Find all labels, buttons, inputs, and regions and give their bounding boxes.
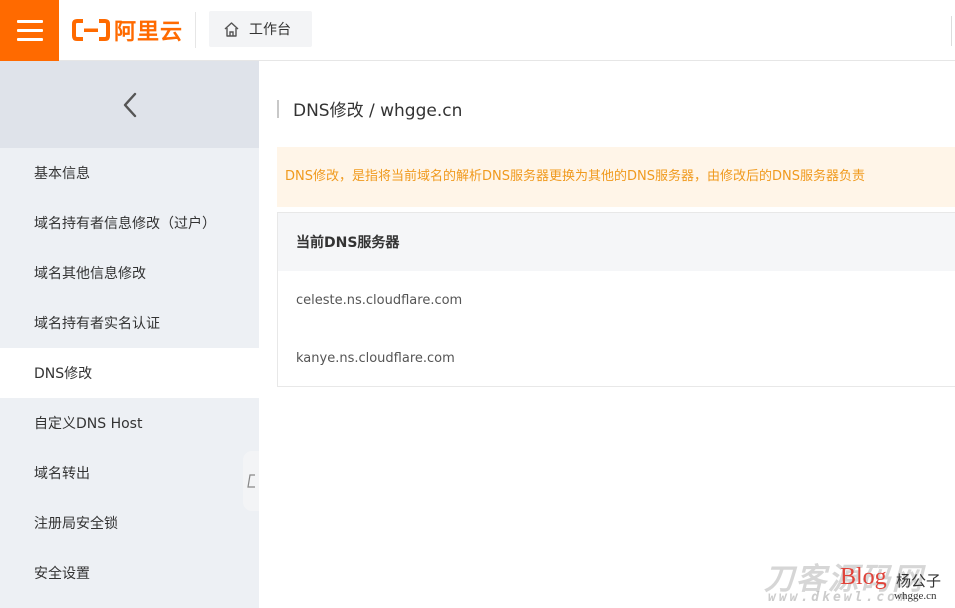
sidebar-item-label: 自定义DNS Host [34,416,143,432]
hamburger-line [16,20,43,23]
title-accent-bar [277,99,279,118]
watermark-author: 杨公子 [896,572,942,590]
sidebar-item-custom-dns-host[interactable]: 自定义DNS Host [0,398,259,448]
table-row: celeste.ns.cloudflare.com [278,271,955,329]
sidebar-item-label: 注册局安全锁 [34,516,118,532]
hamburger-menu-button[interactable] [0,0,59,61]
sidebar-item-label: 域名转出 [34,466,90,482]
home-icon [224,21,239,37]
top-bar: 阿里云 工作台 [0,0,955,61]
sidebar-item-label: DNS修改 [34,366,93,382]
chevron-left-icon [123,92,136,117]
sidebar-item-real-name[interactable]: 域名持有者实名认证 [0,298,259,348]
watermark: 刀客源码网 www.dkewl.com Blog 杨公子 whgge.cn [760,554,955,608]
sidebar-item-registry-lock[interactable]: 注册局安全锁 [0,498,259,548]
aliyun-logo-icon [72,19,110,41]
divider [195,12,196,48]
sidebar-item-label: 域名持有者实名认证 [34,316,160,332]
sidebar-item-label: 域名其他信息修改 [34,266,146,282]
watermark-site: whgge.cn [894,590,937,602]
page-title: DNS修改 / whgge.cn [293,101,463,121]
table-row: kanye.ns.cloudflare.com [278,329,955,387]
aliyun-logo[interactable]: 阿里云 [72,14,183,46]
sidebar-item-owner-change[interactable]: 域名持有者信息修改（过户） [0,198,259,248]
sidebar-item-label: 安全设置 [34,566,90,582]
table-header: 当前DNS服务器 [278,213,955,271]
sidebar-item-label: 域名持有者信息修改（过户） [34,216,216,232]
hamburger-line [16,29,43,32]
watermark-blog: Blog [840,564,887,590]
dns-server-table: 当前DNS服务器 celeste.ns.cloudflare.com kanye… [277,212,955,387]
sidebar-item-transfer-out[interactable]: 域名转出 [0,448,259,498]
sidebar-back-button[interactable] [0,61,259,148]
sidebar-item-label: 基本信息 [34,166,90,182]
hamburger-line [16,38,43,41]
sidebar-item-other-info[interactable]: 域名其他信息修改 [0,248,259,298]
dns-server-value: celeste.ns.cloudflare.com [296,292,463,308]
workbench-label: 工作台 [249,22,291,38]
dns-server-value: kanye.ns.cloudflare.com [296,350,455,366]
watermark-url: www.dkewl.com [768,590,909,605]
workbench-button[interactable]: 工作台 [209,11,312,47]
topbar-edge [951,16,955,46]
brand-name: 阿里云 [114,20,184,45]
sidebar-item-dns-modify[interactable]: DNS修改 [0,348,259,398]
sidebar-item-basic-info[interactable]: 基本信息 [0,148,259,198]
main-content: DNS修改 / whgge.cn DNS修改，是指将当前域名的解析DNS服务器更… [259,61,955,608]
sidebar-item-security[interactable]: 安全设置 [0,548,259,598]
page-header: DNS修改 / whgge.cn [277,96,462,121]
dns-notice: DNS修改，是指将当前域名的解析DNS服务器更换为其他的DNS服务器，由修改后的… [277,147,955,207]
sidebar: 基本信息 域名持有者信息修改（过户） 域名其他信息修改 域名持有者实名认证 DN… [0,61,259,608]
collapse-icon [247,474,255,488]
